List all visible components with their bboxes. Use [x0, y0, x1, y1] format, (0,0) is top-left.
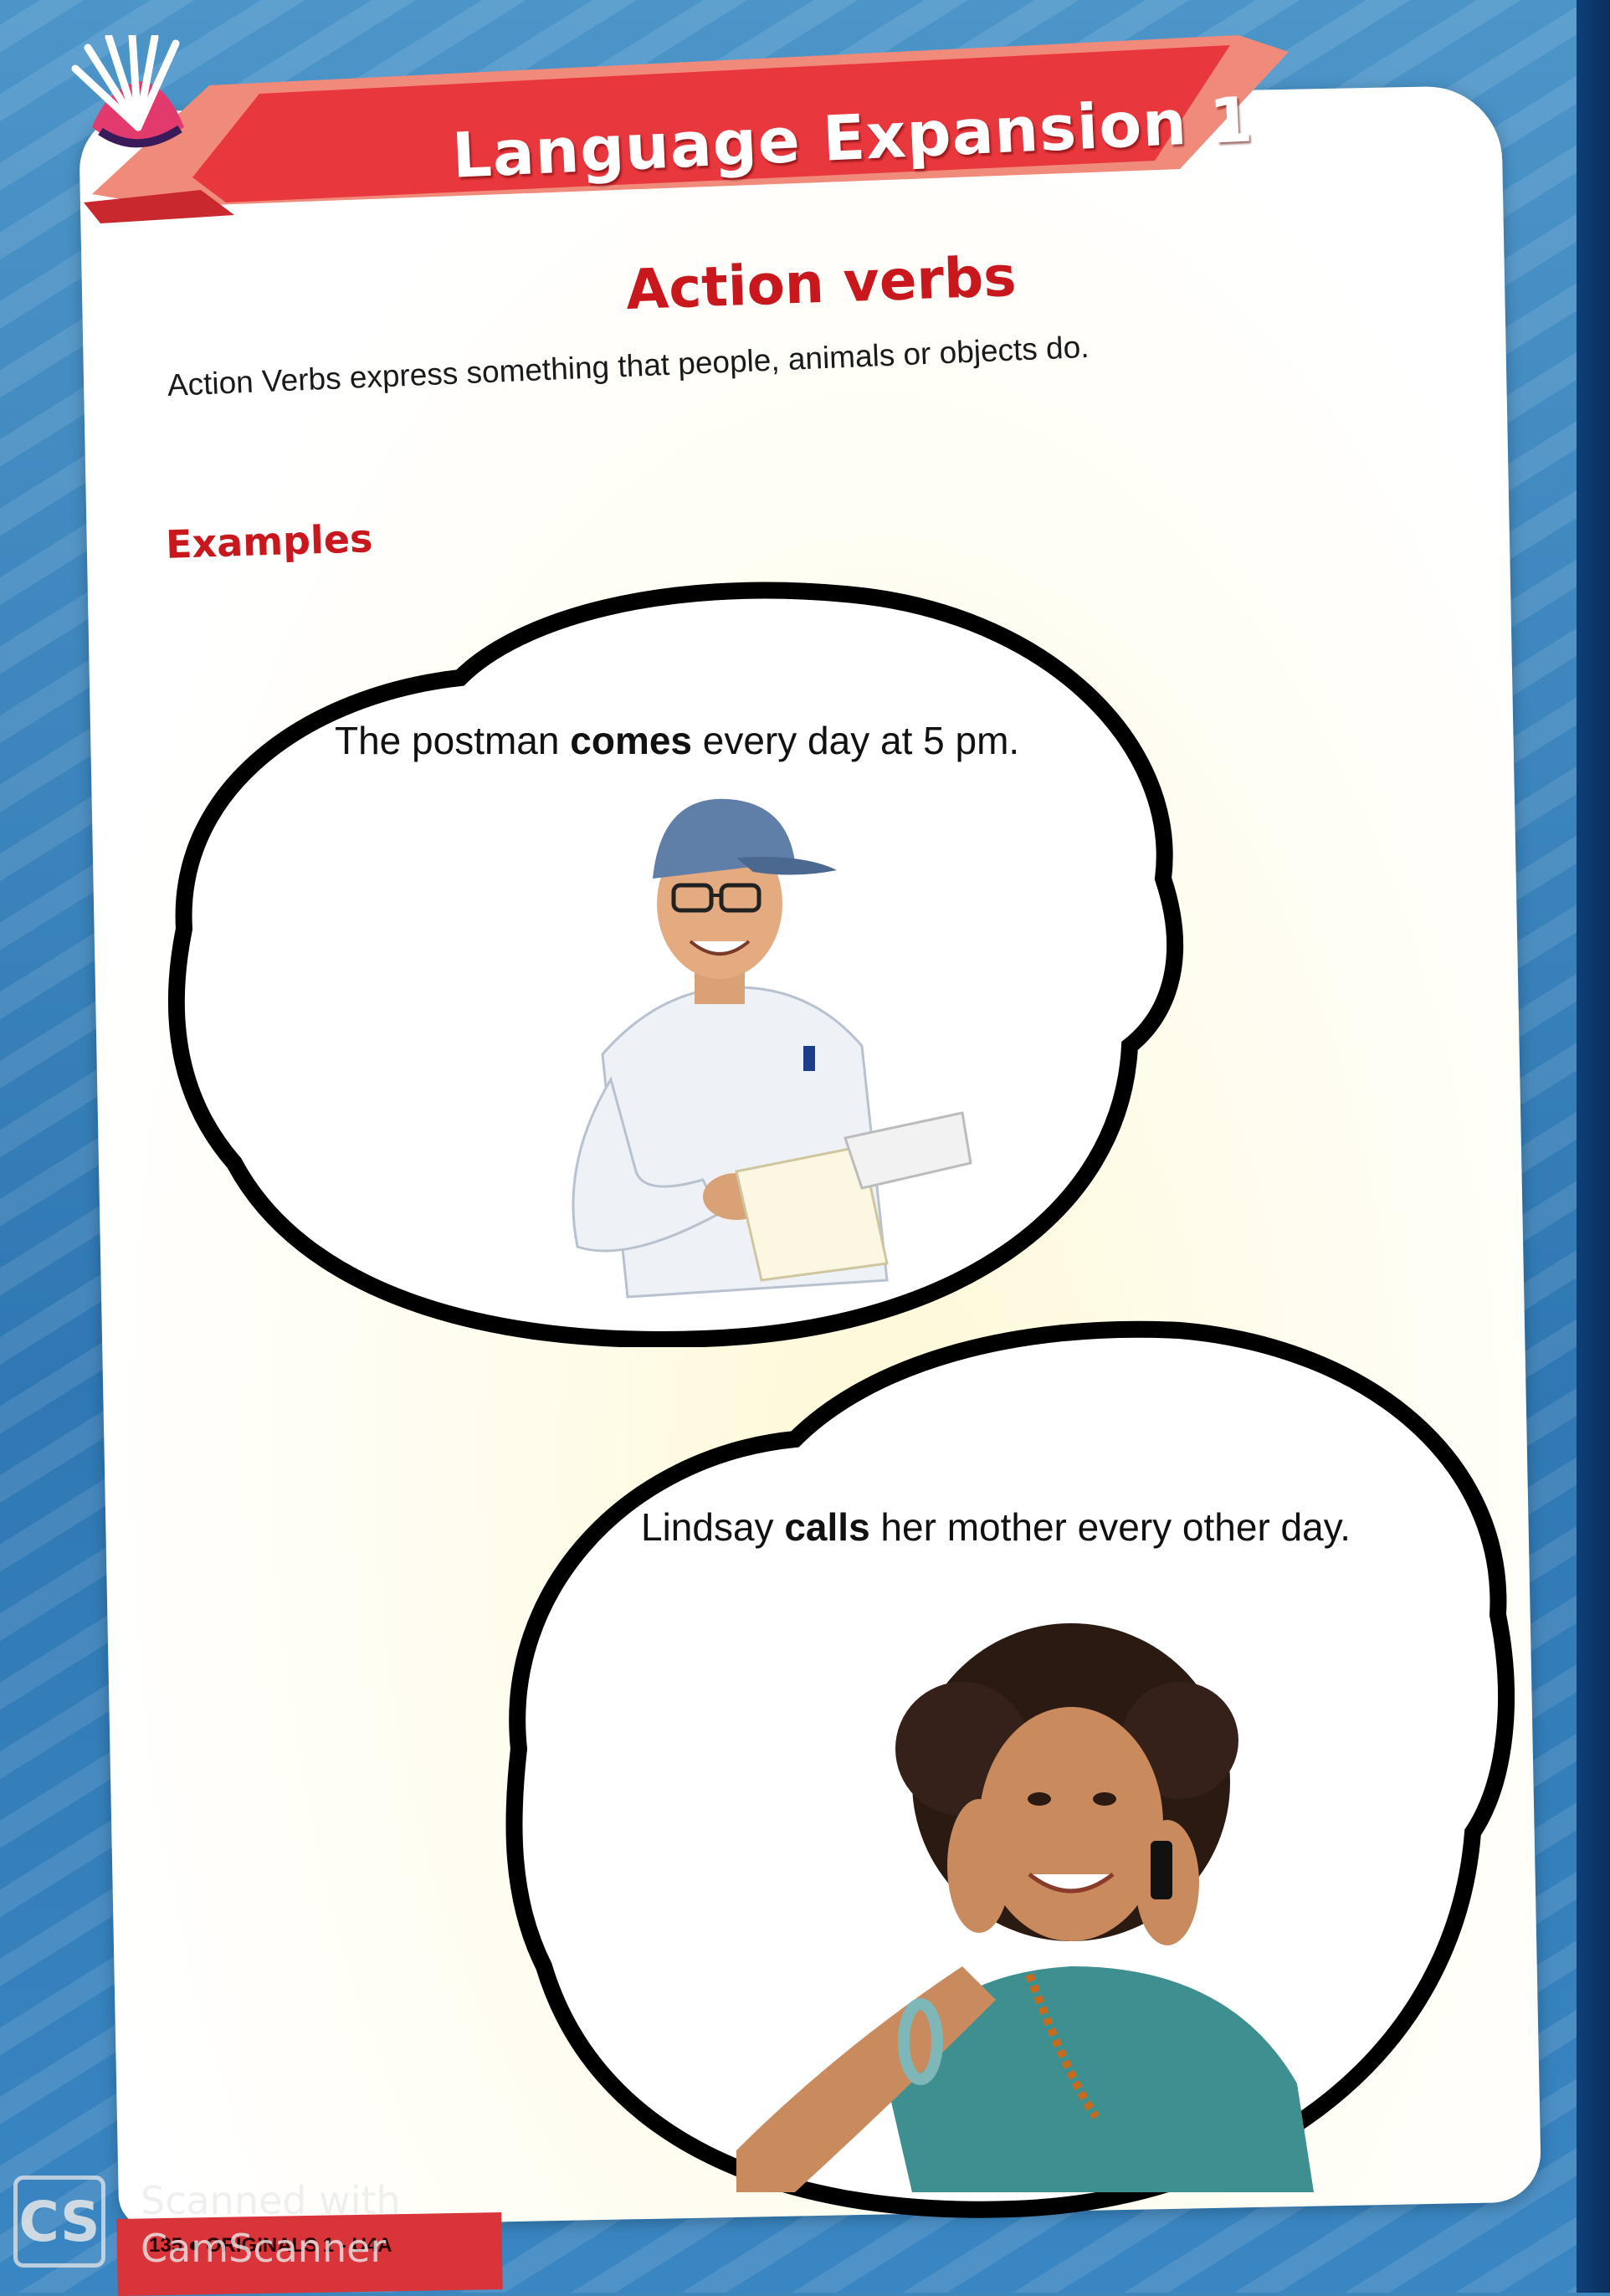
woman-on-phone-illustration — [736, 1623, 1314, 2192]
fan-logo-icon — [71, 35, 184, 148]
sentence-part: Lindsay — [641, 1505, 785, 1549]
examples-label: Examples — [165, 515, 374, 567]
example-bubble-1: The postman comes every day at 5 pm. — [159, 577, 1188, 1347]
example-sentence-1: The postman comes every day at 5 pm. — [335, 718, 1019, 763]
watermark-text: CamScanner — [141, 2226, 387, 2271]
sentence-part: every day at 5 pm. — [692, 719, 1020, 762]
postman-illustration — [572, 798, 972, 1299]
camscanner-logo: CS — [13, 2176, 105, 2268]
book-edge — [1577, 0, 1610, 2293]
sentence-part: The postman — [335, 719, 571, 762]
example-bubble-2: Lindsay calls her mother every other day… — [494, 1314, 1515, 2226]
action-verb: calls — [784, 1505, 870, 1549]
watermark-text: Scanned with — [141, 2178, 401, 2223]
sentence-part: her mother every other day. — [869, 1505, 1351, 1549]
action-verb: comes — [570, 719, 693, 762]
example-sentence-2: Lindsay calls her mother every other day… — [641, 1504, 1351, 1550]
page-heading: Action verbs — [624, 243, 1018, 323]
title-banner: Language Expansion 1 — [67, 35, 1305, 236]
